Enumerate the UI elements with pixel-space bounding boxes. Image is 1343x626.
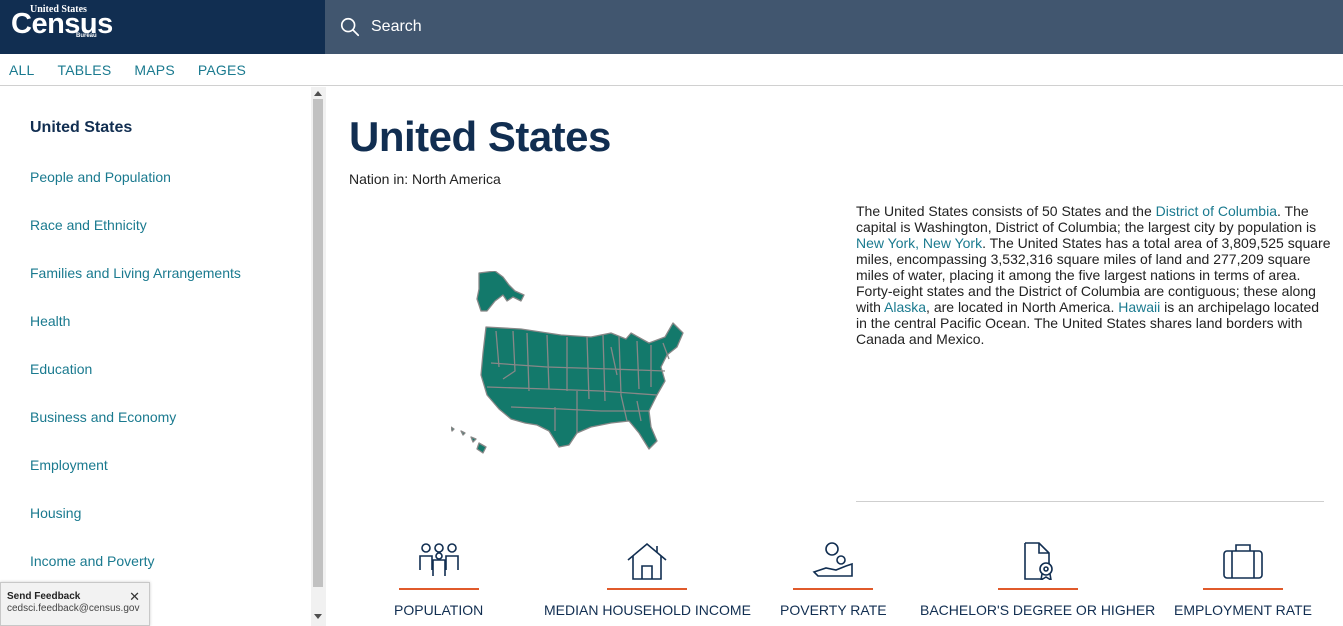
search-bar[interactable]: Search [325, 0, 1343, 54]
scroll-thumb[interactable] [313, 99, 323, 587]
stat-employment-rate[interactable]: EMPLOYMENT RATE [1174, 542, 1312, 618]
stat-underline [793, 588, 874, 590]
feedback-email[interactable]: cedsci.feedback@census.gov [7, 603, 149, 614]
stat-underline [997, 588, 1078, 590]
people-icon [418, 543, 459, 576]
stat-median-household-income[interactable]: MEDIAN HOUSEHOLD INCOME [544, 542, 751, 618]
tab-pages[interactable]: PAGES [198, 62, 246, 78]
main-content: United States Nation in: North America T… [327, 87, 1343, 626]
tab-maps[interactable]: MAPS [134, 62, 174, 78]
stat-underline [1202, 588, 1283, 590]
feedback-title: Send Feedback [7, 591, 81, 602]
link-district-of-columbia[interactable]: District of Columbia [1156, 203, 1277, 219]
stat-underline [398, 588, 479, 590]
close-icon[interactable]: ✕ [129, 589, 140, 605]
tab-tables[interactable]: TABLES [58, 62, 112, 78]
briefcase-icon [1223, 544, 1263, 579]
sidebar-scrollbar[interactable] [311, 87, 326, 626]
census-logo[interactable]: United States Census Bureau [0, 0, 325, 54]
sidebar-item-families[interactable]: Families and Living Arrangements [30, 265, 241, 281]
description-text: The United States consists of 50 States … [856, 203, 1331, 347]
scroll-up-arrow-icon[interactable] [314, 91, 322, 96]
stat-label: BACHELOR'S DEGREE OR HIGHER [920, 602, 1156, 618]
site-header: United States Census Bureau Search [0, 0, 1343, 54]
link-alaska[interactable]: Alaska [884, 299, 926, 315]
stat-poverty-rate[interactable]: POVERTY RATE [780, 542, 887, 618]
stat-label: POPULATION [394, 602, 484, 618]
nation-subtitle: Nation in: North America [349, 171, 501, 187]
stat-population[interactable]: POPULATION [394, 542, 483, 618]
logo-line-bureau: Bureau [76, 33, 97, 39]
stat-label: EMPLOYMENT RATE [1174, 602, 1312, 618]
sidebar-item-education[interactable]: Education [30, 361, 92, 377]
stat-label: POVERTY RATE [780, 602, 887, 618]
certificate-icon [1023, 542, 1053, 580]
topic-sidebar: United States People and Population Race… [0, 87, 326, 626]
sidebar-item-employment[interactable]: Employment [30, 457, 108, 473]
scroll-down-arrow-icon[interactable] [314, 614, 322, 619]
result-type-tabs: ALL TABLES MAPS PAGES [0, 54, 1343, 86]
sidebar-item-business-economy[interactable]: Business and Economy [30, 409, 176, 425]
sidebar-item-housing[interactable]: Housing [30, 505, 81, 521]
search-input[interactable]: Search [371, 18, 422, 36]
sidebar-item-income-poverty[interactable]: Income and Poverty [30, 553, 155, 569]
logo-line-census: Census [11, 8, 113, 40]
link-new-york[interactable]: New York, New York [856, 235, 982, 251]
description-part: , are located in North America. [926, 299, 1119, 315]
house-icon [627, 542, 667, 580]
us-map[interactable] [451, 271, 691, 456]
feedback-panel[interactable]: Send Feedback cedsci.feedback@census.gov… [0, 582, 150, 626]
sidebar-item-united-states[interactable]: United States [30, 119, 132, 137]
stat-label: MEDIAN HOUSEHOLD INCOME [544, 602, 751, 618]
sidebar-item-health[interactable]: Health [30, 313, 70, 329]
divider [856, 501, 1324, 502]
page-title: United States [349, 113, 611, 160]
stat-bachelors-degree[interactable]: BACHELOR'S DEGREE OR HIGHER [920, 542, 1155, 618]
sidebar-item-race-ethnicity[interactable]: Race and Ethnicity [30, 217, 147, 233]
sidebar-item-people-population[interactable]: People and Population [30, 169, 171, 185]
search-icon [340, 17, 360, 37]
tab-all[interactable]: ALL [9, 62, 35, 78]
description-part: The United States consists of 50 States … [856, 203, 1156, 219]
hand-coins-icon [812, 542, 854, 577]
stat-underline [607, 588, 688, 590]
link-hawaii[interactable]: Hawaii [1118, 299, 1160, 315]
